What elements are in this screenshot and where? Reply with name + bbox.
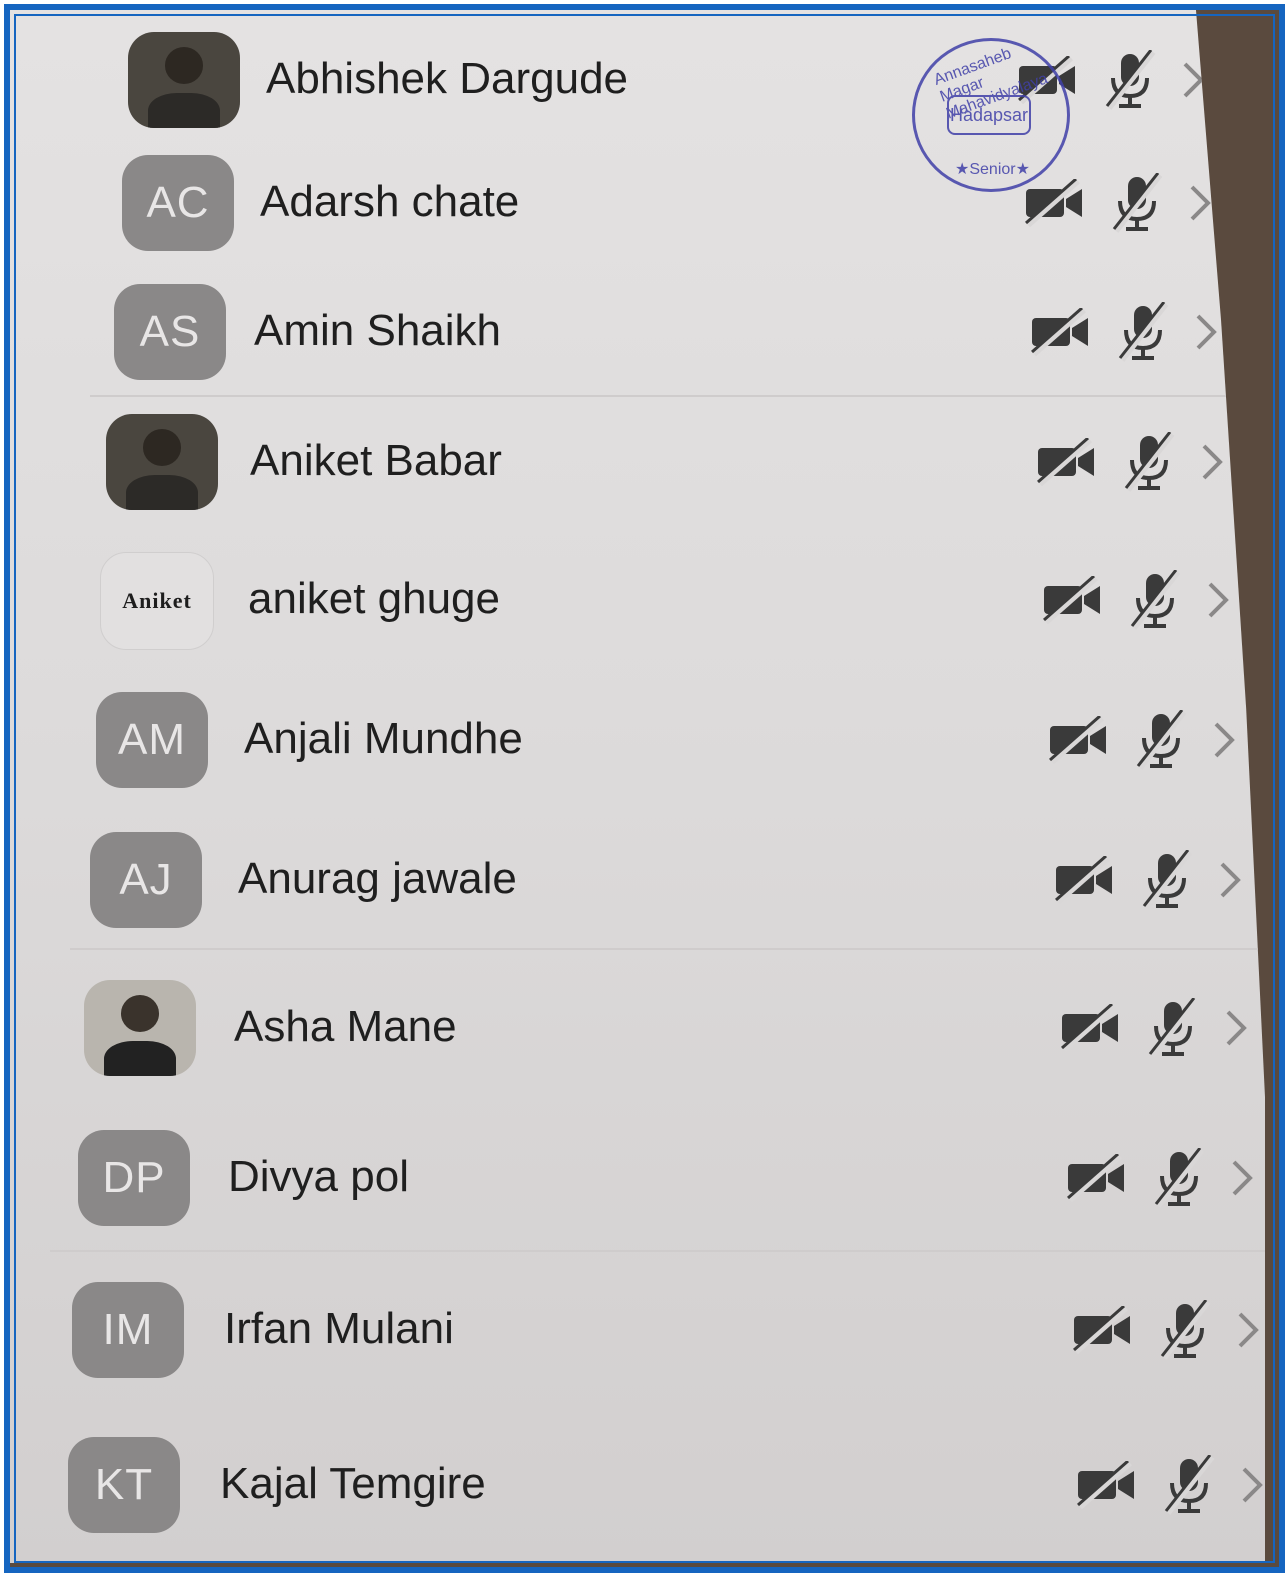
chevron-right-icon[interactable] xyxy=(1194,312,1218,357)
video-off-icon[interactable] xyxy=(1074,1459,1138,1514)
stamp-ring-bottom-text: ★Senior★ xyxy=(955,161,1030,178)
row-divider xyxy=(90,395,1240,397)
participants-printout: Abhishek Dargude AC Adarsh chate AS Amin S… xyxy=(10,10,1265,1563)
avatar: AM xyxy=(96,692,208,788)
video-off-icon[interactable] xyxy=(1046,714,1110,769)
mic-off-icon[interactable] xyxy=(1122,431,1178,497)
avatar: KT xyxy=(68,1437,180,1533)
participant-list: Abhishek Dargude AC Adarsh chate AS Amin S… xyxy=(10,10,1265,1563)
video-off-icon[interactable] xyxy=(1028,306,1092,361)
chevron-right-icon[interactable] xyxy=(1206,580,1230,625)
chevron-right-icon[interactable] xyxy=(1188,183,1212,228)
avatar: Aniket xyxy=(100,552,214,650)
participant-name: Irfan Mulani xyxy=(224,1304,454,1353)
row-divider xyxy=(70,948,1260,950)
chevron-right-icon[interactable] xyxy=(1230,1158,1254,1203)
video-off-icon[interactable] xyxy=(1052,854,1116,909)
participant-name: aniket ghuge xyxy=(248,574,500,623)
avatar xyxy=(128,32,240,128)
video-off-icon[interactable] xyxy=(1034,436,1098,491)
college-stamp: Annasaheb Magar Mahavidyalaya Hadapsar ★… xyxy=(912,38,1070,192)
avatar: IM xyxy=(72,1282,184,1378)
participant-name: Anjali Mundhe xyxy=(244,714,523,763)
participant-name: Asha Mane xyxy=(234,1002,457,1051)
participant-name: Adarsh chate xyxy=(260,177,520,226)
video-off-icon[interactable] xyxy=(1058,1002,1122,1057)
avatar xyxy=(106,414,218,510)
mic-off-icon[interactable] xyxy=(1128,569,1184,635)
participant-name: Abhishek Dargude xyxy=(266,54,629,103)
mic-off-icon[interactable] xyxy=(1103,49,1159,115)
avatar xyxy=(84,980,196,1076)
chevron-right-icon[interactable] xyxy=(1212,720,1236,765)
chevron-right-icon[interactable] xyxy=(1218,860,1242,905)
chevron-right-icon[interactable] xyxy=(1236,1310,1260,1355)
avatar: AS xyxy=(114,284,226,380)
chevron-right-icon[interactable] xyxy=(1200,442,1224,487)
row-divider xyxy=(50,1250,1265,1252)
participant-name: Aniket Babar xyxy=(250,436,502,485)
mic-off-icon[interactable] xyxy=(1116,301,1172,367)
avatar: AJ xyxy=(90,832,202,928)
video-off-icon[interactable] xyxy=(1070,1304,1134,1359)
avatar: DP xyxy=(78,1130,190,1226)
mic-off-icon[interactable] xyxy=(1152,1147,1208,1213)
chevron-right-icon[interactable] xyxy=(1240,1465,1264,1510)
mic-off-icon[interactable] xyxy=(1134,709,1190,775)
participant-name: Amin Shaikh xyxy=(254,306,502,355)
mic-off-icon[interactable] xyxy=(1140,849,1196,915)
chevron-right-icon[interactable] xyxy=(1224,1008,1248,1053)
mic-off-icon[interactable] xyxy=(1158,1299,1214,1365)
stamp-center-text: Hadapsar xyxy=(947,95,1031,135)
participant-name: Anurag jawale xyxy=(238,854,517,903)
video-off-icon[interactable] xyxy=(1064,1152,1128,1207)
mic-off-icon[interactable] xyxy=(1162,1454,1218,1520)
video-off-icon[interactable] xyxy=(1022,177,1086,232)
participant-name: Divya pol xyxy=(228,1152,409,1201)
video-off-icon[interactable] xyxy=(1040,574,1104,629)
participant-name: Kajal Temgire xyxy=(220,1459,486,1508)
avatar: AC xyxy=(122,155,234,251)
mic-off-icon[interactable] xyxy=(1110,172,1166,238)
mic-off-icon[interactable] xyxy=(1146,997,1202,1063)
